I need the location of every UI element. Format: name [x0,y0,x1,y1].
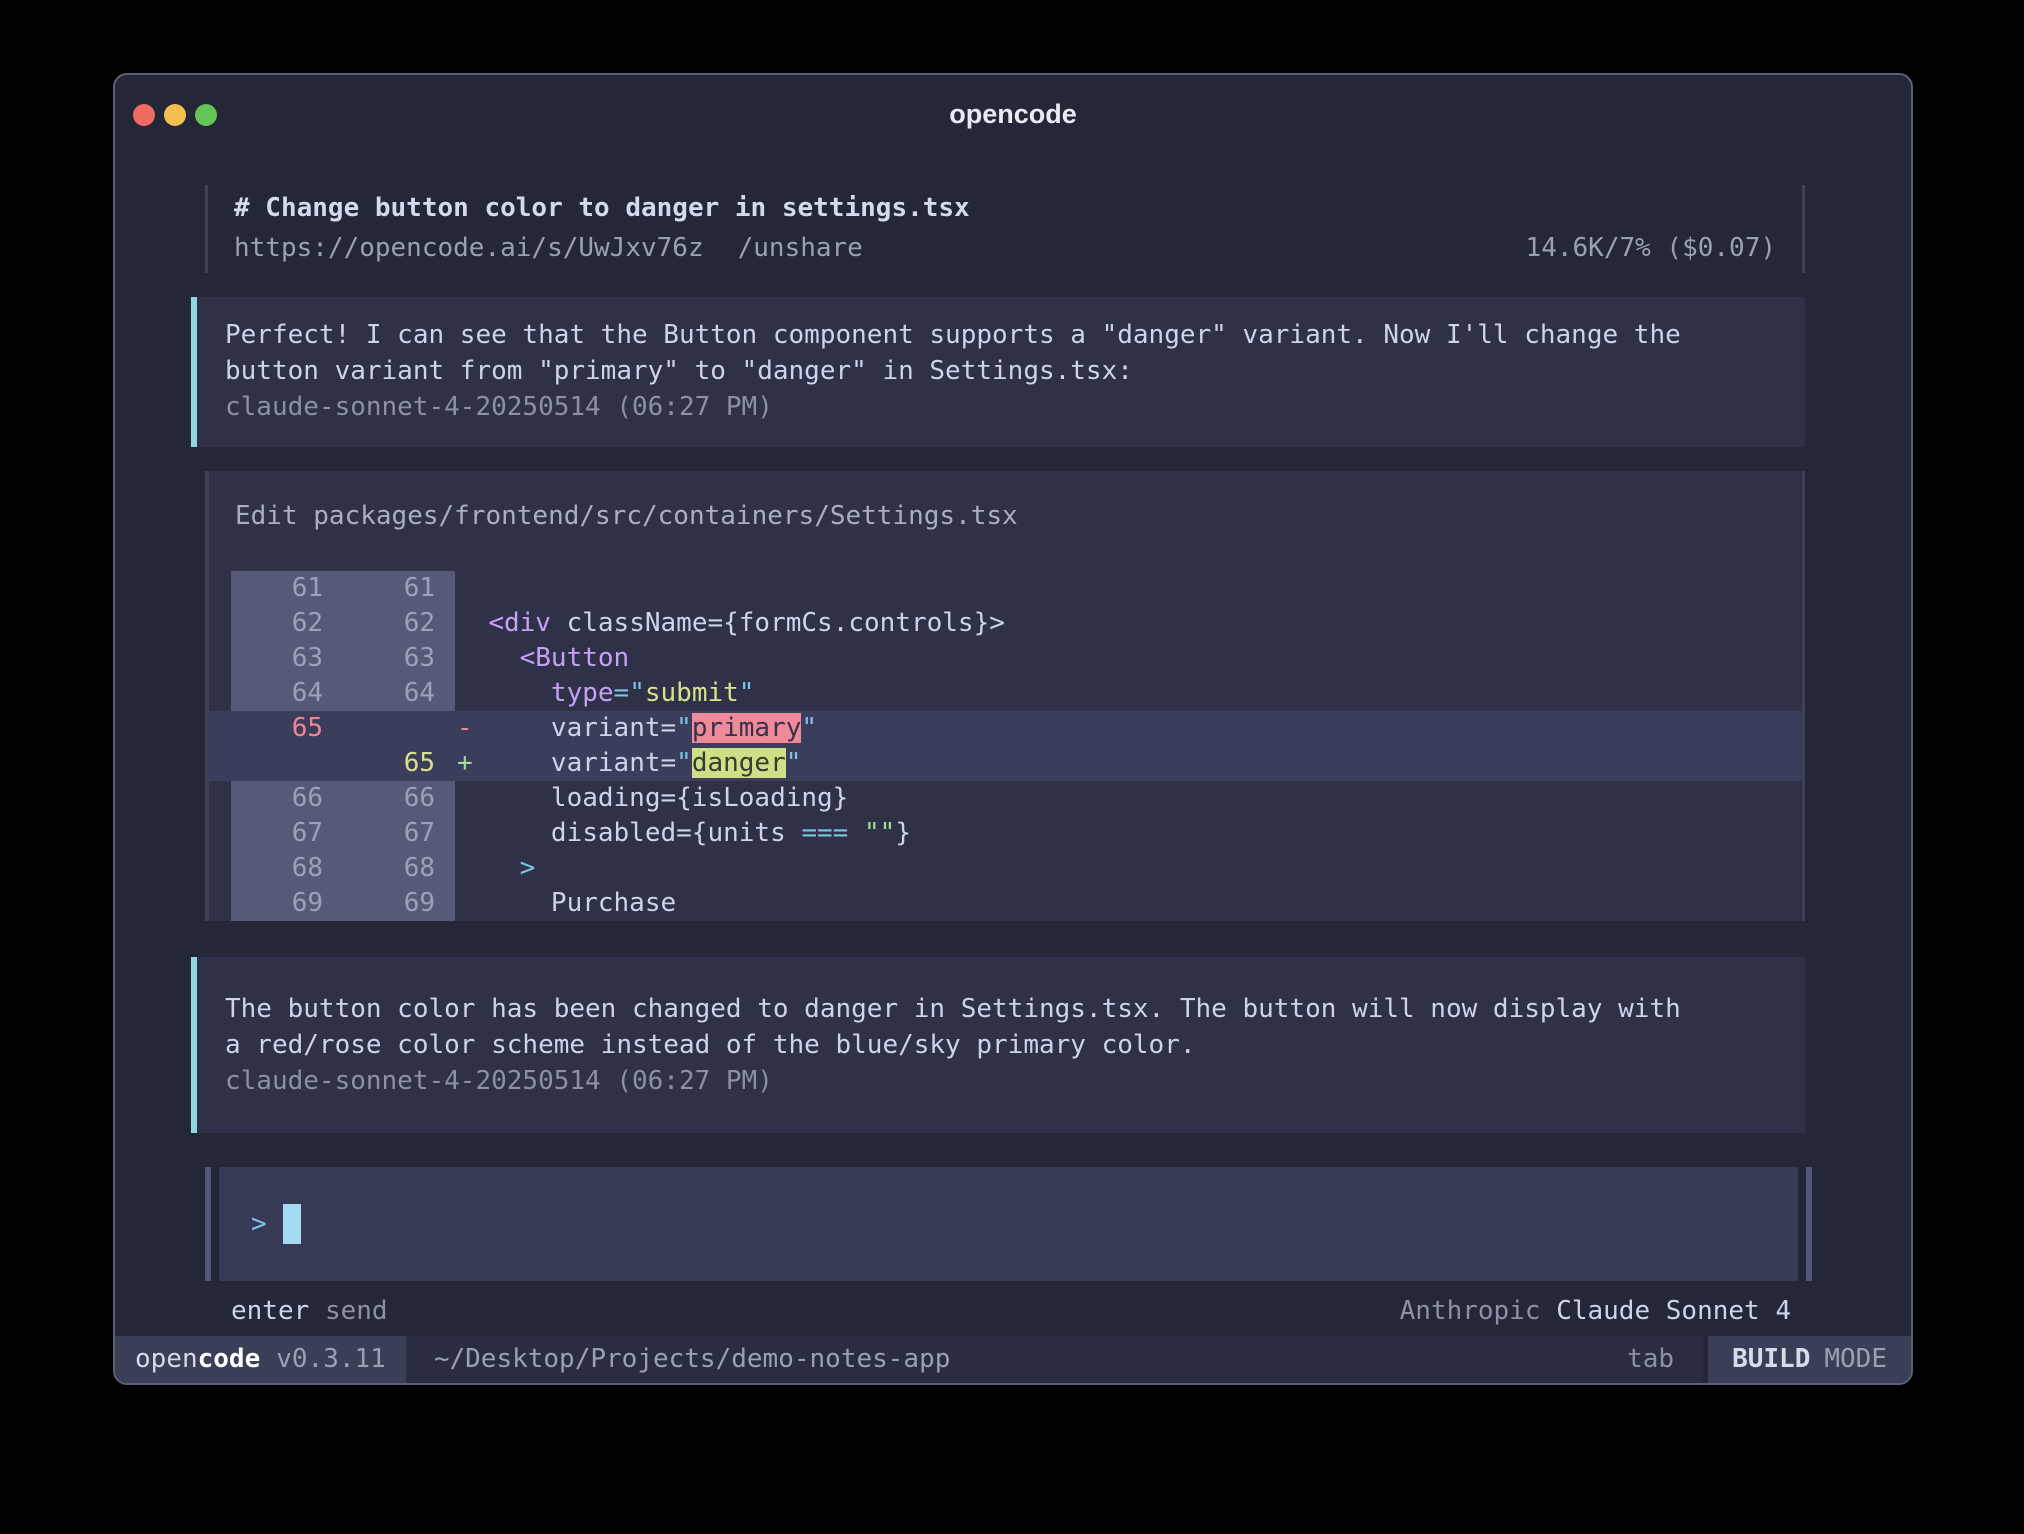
session-subrow: https://opencode.ai/s/UwJxv76z /unshare … [234,229,1776,267]
message-line: The button color has been changed to dan… [225,991,1777,1027]
old-line-number: 69 [231,886,343,921]
diff-code-line: <div className={formCs.controls}> [455,606,1802,641]
diff-code-line: <Button [455,641,1802,676]
model-name-label: Claude Sonnet 4 [1556,1296,1791,1326]
diff-code-line: + variant="danger" [455,746,1802,781]
provider-label: Anthropic [1400,1296,1541,1326]
message-line: button variant from "primary" to "danger… [225,353,1777,389]
old-line-number [231,746,343,781]
new-line-number: 63 [343,641,455,676]
footer-hints-row: enter send Anthropic Claude Sonnet 4 [205,1294,1805,1328]
new-line-number: 66 [343,781,455,816]
old-line-number: 66 [231,781,343,816]
diff-row: 6868 > [209,851,1802,886]
diff-code-line [455,571,1802,606]
edit-tool-block: Edit packages/frontend/src/containers/Se… [205,471,1805,921]
assistant-message: Perfect! I can see that the Button compo… [191,297,1805,447]
session-header: # Change button color to danger in setti… [205,185,1805,273]
diff-row: 6363 <Button [209,641,1802,676]
old-line-number: 64 [231,676,343,711]
input-right-bar [1806,1167,1812,1281]
send-action-label: send [325,1296,388,1326]
diff-code-line: type="submit" [455,676,1802,711]
tool-label: Edit [235,501,298,531]
new-line-number: 67 [343,816,455,851]
prompt-symbol: > [251,1209,267,1239]
diff-row: 65+ variant="danger" [209,746,1802,781]
prompt-input-area: > [205,1167,1812,1281]
diff-code-line: > [455,851,1802,886]
send-hint: enter send [231,1294,388,1328]
diff-row: 65 - variant="primary" [209,711,1802,746]
opencode-window: opencode # Change button color to danger… [113,73,1913,1385]
input-left-bar [205,1167,211,1281]
new-line-number: 62 [343,606,455,641]
app-name-regular: open [135,1344,198,1374]
message-line: Perfect! I can see that the Button compo… [225,317,1777,353]
diff-code-line: loading={isLoading} [455,781,1802,816]
token-usage: 14.6K/7% ($0.07) [1526,229,1776,267]
edit-tool-header: Edit packages/frontend/src/containers/Se… [209,501,1802,531]
new-line-number: 69 [343,886,455,921]
new-line-number: 65 [343,746,455,781]
unshare-command[interactable]: /unshare [738,229,863,267]
diff-row: 6464 type="submit" [209,676,1802,711]
assistant-message: The button color has been changed to dan… [191,957,1805,1133]
model-timestamp: claude-sonnet-4-20250514 (06:27 PM) [225,1063,1777,1099]
diff-row: 6767 disabled={units === ""} [209,816,1802,851]
text-cursor [283,1204,301,1244]
app-name-bold: code [198,1344,261,1374]
mode-name: BUILD [1732,1344,1810,1374]
old-line-number: 65 [231,711,343,746]
prompt-input[interactable]: > [219,1167,1798,1281]
content-column: # Change button color to danger in setti… [205,75,1805,1383]
old-line-number: 68 [231,851,343,886]
old-line-number: 62 [231,606,343,641]
diff-row: 6161 [209,571,1802,606]
old-line-number: 63 [231,641,343,676]
share-url[interactable]: https://opencode.ai/s/UwJxv76z [234,229,704,267]
session-title: # Change button color to danger in setti… [234,189,1776,227]
edited-file-path: packages/frontend/src/containers/Setting… [313,501,1017,531]
tab-key-hint: tab [1627,1336,1702,1383]
diff-code-line: Purchase [455,886,1802,921]
status-bar: opencode v0.3.11 ~/Desktop/Projects/demo-… [115,1336,1911,1383]
message-line: a red/rose color scheme instead of the b… [225,1027,1777,1063]
model-timestamp: claude-sonnet-4-20250514 (06:27 PM) [225,389,1777,425]
app-version: v0.3.11 [276,1344,386,1374]
enter-key-label: enter [231,1296,309,1326]
diff-view: 61616262 <div className={formCs.controls… [209,571,1802,921]
app-version-chip: opencode v0.3.11 [115,1336,406,1383]
old-line-number: 61 [231,571,343,606]
new-line-number: 61 [343,571,455,606]
diff-code-line: - variant="primary" [455,711,1802,746]
model-indicator: Anthropic Claude Sonnet 4 [1400,1294,1791,1328]
old-line-number: 67 [231,816,343,851]
mode-suffix: MODE [1824,1344,1887,1374]
diff-row: 6262 <div className={formCs.controls}> [209,606,1802,641]
new-line-number: 64 [343,676,455,711]
mode-chip[interactable]: BUILD MODE [1708,1336,1911,1383]
diff-row: 6969 Purchase [209,886,1802,921]
new-line-number [343,711,455,746]
diff-row: 6666 loading={isLoading} [209,781,1802,816]
new-line-number: 68 [343,851,455,886]
working-directory: ~/Desktop/Projects/demo-notes-app [406,1336,1627,1383]
diff-code-line: disabled={units === ""} [455,816,1802,851]
desktop-background: opencode # Change button color to danger… [0,0,2024,1534]
